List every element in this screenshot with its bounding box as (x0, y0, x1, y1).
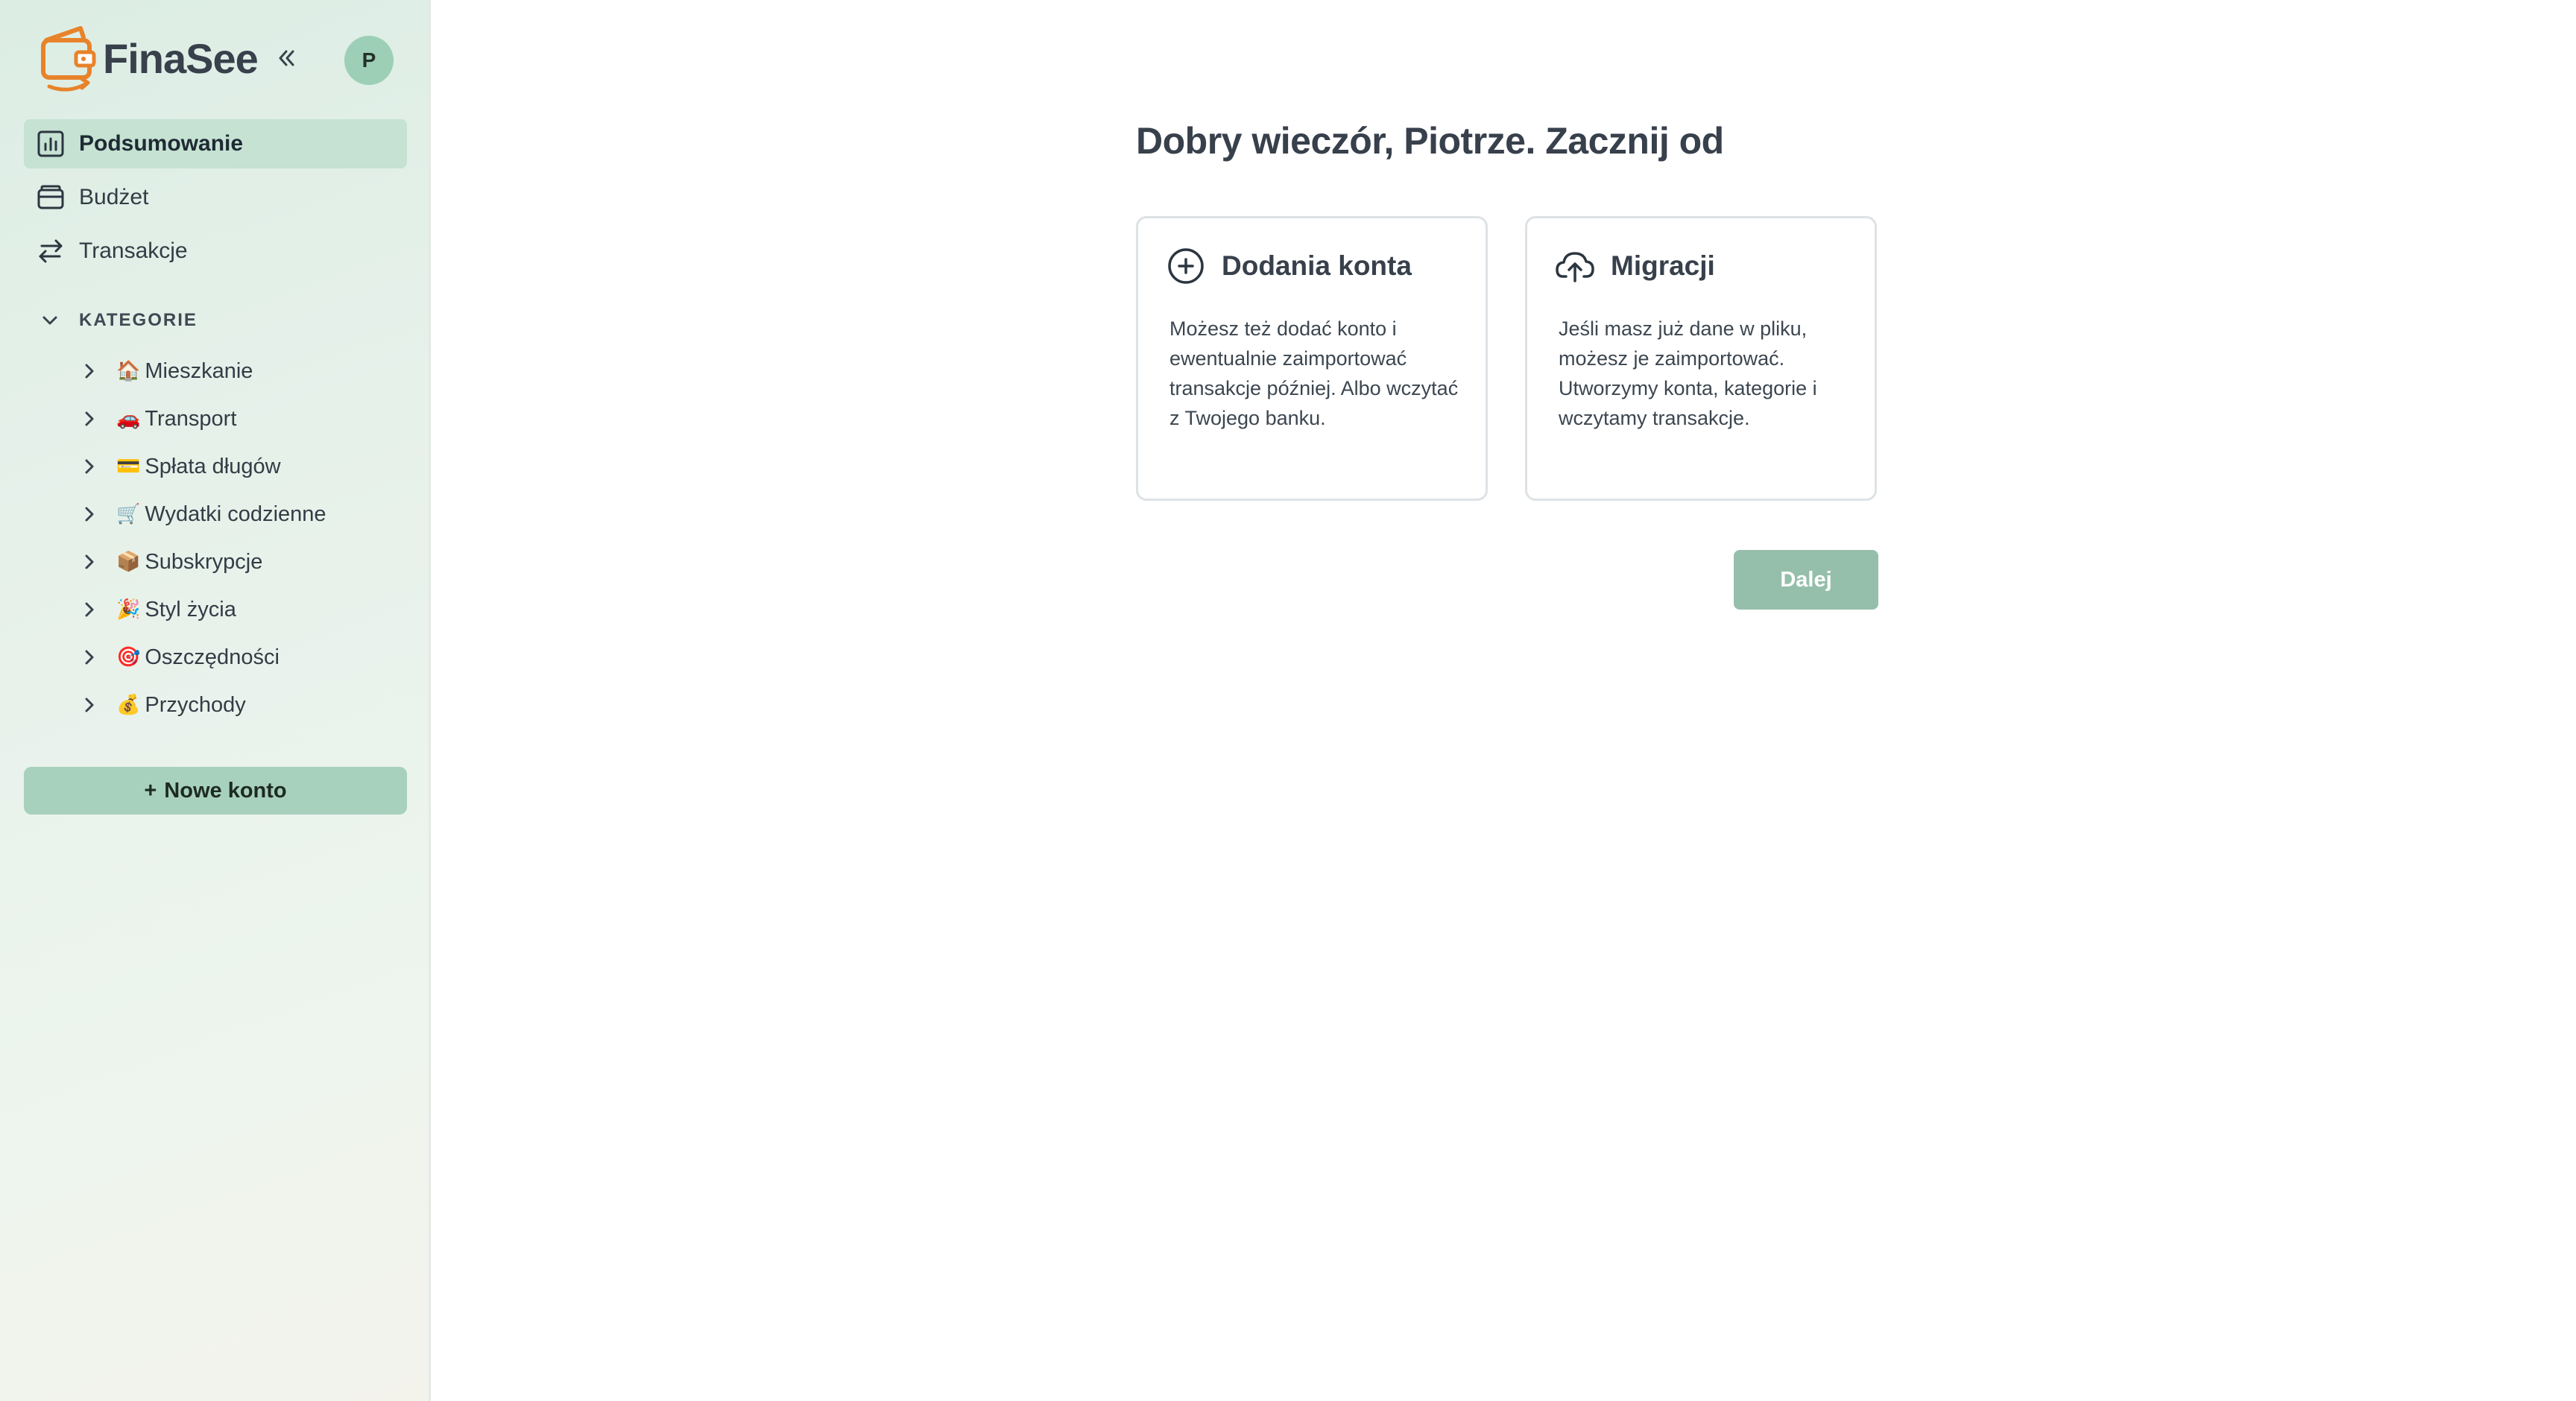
sidebar: FinaSee P Podsumowanie Budżet Transakcje… (0, 0, 431, 1401)
new-account-label: Nowe konto (164, 778, 287, 803)
main-nav: Podsumowanie Budżet Transakcje (24, 119, 407, 280)
card-title: Migracji (1611, 250, 1715, 281)
category-label: Styl życia (145, 597, 236, 622)
credit-card-icon: 💳 (116, 455, 141, 478)
categories-list: 🏠 Mieszkanie 🚗 Transport 💳 Spłata długów… (78, 347, 405, 729)
new-account-button[interactable]: + Nowe konto (24, 767, 407, 815)
chevron-right-icon (78, 645, 101, 669)
chevron-down-icon (39, 309, 61, 332)
chevron-right-icon (78, 502, 101, 526)
bar-chart-icon (34, 127, 67, 160)
next-button[interactable]: Dalej (1734, 550, 1878, 610)
plus-icon: + (144, 778, 157, 803)
option-card-add-account[interactable]: Dodania konta Możesz też dodać konto i e… (1136, 216, 1488, 501)
wallet-logo-icon (41, 26, 96, 92)
car-icon: 🚗 (116, 408, 141, 430)
wallet-icon (34, 181, 67, 214)
category-wydatki-codzienne[interactable]: 🛒 Wydatki codzienne (78, 490, 405, 538)
category-label: Przychody (145, 692, 246, 717)
option-card-migration[interactable]: Migracji Jeśli masz już dane w pliku, mo… (1525, 216, 1877, 501)
chevron-right-icon (78, 550, 101, 574)
card-description: Możesz też dodać konto i ewentualnie zai… (1169, 317, 1459, 429)
card-title: Dodania konta (1222, 250, 1412, 281)
brand-logo[interactable]: FinaSee (39, 24, 259, 92)
brand-name: FinaSee (103, 34, 259, 82)
house-icon: 🏠 (116, 360, 141, 382)
plus-circle-icon (1165, 245, 1207, 287)
party-popper-icon: 🎉 (116, 598, 141, 621)
categories-title: KATEGORIE (79, 310, 198, 330)
collapse-sidebar-button[interactable] (271, 42, 301, 75)
card-header: Migracji (1554, 245, 1715, 287)
nav-item-label: Budżet (79, 185, 149, 209)
category-label: Subskrypcje (145, 549, 263, 574)
chevron-right-icon (78, 455, 101, 478)
card-header: Dodania konta (1165, 245, 1412, 287)
nav-item-podsumowanie[interactable]: Podsumowanie (24, 119, 407, 168)
shopping-cart-icon: 🛒 (116, 503, 141, 525)
category-subskrypcje[interactable]: 📦 Subskrypcje (78, 538, 405, 586)
category-label: Spłata długów (145, 454, 281, 478)
swap-arrows-icon (34, 235, 67, 268)
category-przychody[interactable]: 💰 Przychody (78, 681, 405, 729)
category-styl-zycia[interactable]: 🎉 Styl życia (78, 586, 405, 633)
nav-item-label: Transakcje (79, 238, 188, 263)
card-description: Jeśli masz już dane w pliku, możesz je z… (1559, 317, 1817, 429)
category-label: Oszczędności (145, 645, 280, 669)
page-title: Dobry wieczór, Piotrze. Zacznij od (1136, 120, 1724, 162)
chevron-right-icon (78, 598, 101, 622)
money-bag-icon: 💰 (116, 694, 141, 716)
category-transport[interactable]: 🚗 Transport (78, 395, 405, 443)
chevron-right-icon (78, 407, 101, 431)
package-icon: 📦 (116, 551, 141, 573)
category-label: Wydatki codzienne (145, 502, 326, 526)
nav-item-transakcje[interactable]: Transakcje (24, 227, 407, 276)
cloud-upload-icon (1554, 245, 1596, 287)
sidebar-header: FinaSee P (0, 0, 431, 121)
chevron-right-icon (78, 693, 101, 717)
nav-item-budzet[interactable]: Budżet (24, 173, 407, 222)
main-content: Dobry wieczór, Piotrze. Zacznij od Dodan… (431, 0, 2576, 1401)
user-avatar[interactable]: P (344, 36, 394, 85)
category-label: Mieszkanie (145, 358, 253, 383)
categories-toggle[interactable]: KATEGORIE (39, 306, 198, 335)
nav-item-label: Podsumowanie (79, 131, 244, 156)
category-splata-dlugow[interactable]: 💳 Spłata długów (78, 443, 405, 490)
category-label: Transport (145, 406, 237, 431)
category-oszczednosci[interactable]: 🎯 Oszczędności (78, 633, 405, 681)
double-chevron-left-icon (279, 50, 294, 66)
app-root: FinaSee P Podsumowanie Budżet Transakcje… (0, 0, 2576, 1401)
chevron-right-icon (78, 359, 101, 383)
category-mieszkanie[interactable]: 🏠 Mieszkanie (78, 347, 405, 395)
target-icon: 🎯 (116, 646, 141, 668)
